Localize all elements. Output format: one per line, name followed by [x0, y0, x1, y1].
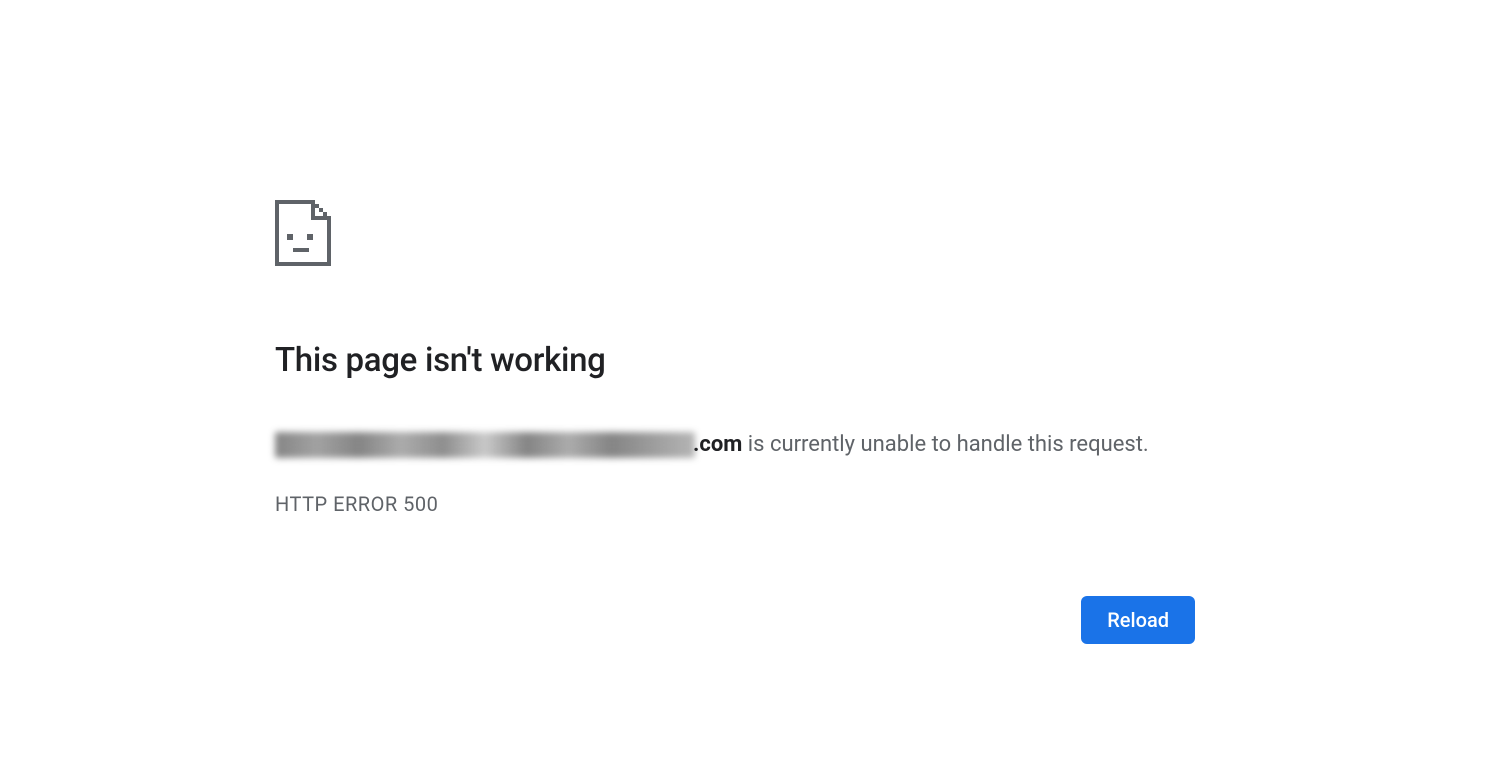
http-error-code: HTTP ERROR 500 — [275, 492, 1195, 516]
error-title: This page isn't working — [275, 341, 1195, 381]
reload-button[interactable]: Reload — [1081, 596, 1195, 644]
error-message-tail: is currently unable to handle this reque… — [742, 432, 1148, 457]
error-message: .com is currently unable to handle this … — [275, 429, 1195, 461]
hostname-redacted — [275, 432, 695, 458]
actions-row: Reload — [275, 596, 1195, 644]
error-page: This page isn't working .com is currentl… — [275, 200, 1195, 644]
sad-file-icon — [275, 200, 1195, 266]
hostname-suffix: .com — [693, 432, 742, 457]
